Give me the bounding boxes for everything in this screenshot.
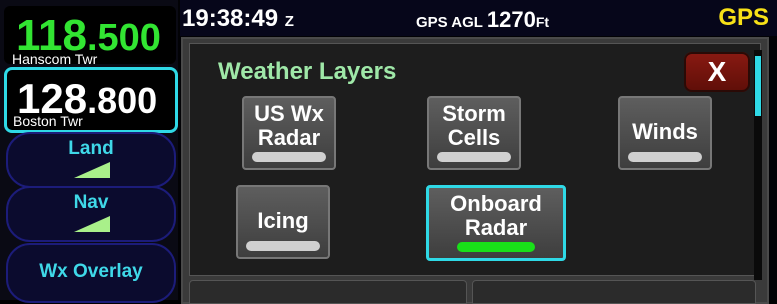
weather-layers-dialog: Weather Layers X US Wx Radar Storm Cells W… [181, 37, 769, 304]
agl-unit: Ft [535, 14, 550, 30]
land-button-label: Land [68, 138, 114, 159]
top-status-bar: 19:38:49 Z GPS AGL 1270Ft GPS [180, 0, 777, 36]
standby-freq-label: Boston Twr [13, 113, 83, 129]
pfd-screen: 118.500 Hanscom Twr 128.800 Boston Twr L… [0, 0, 777, 304]
agl-value: 1270 [486, 7, 536, 32]
tab-left[interactable] [189, 280, 467, 304]
dialog-body: Weather Layers X US Wx Radar Storm Cells W… [189, 43, 762, 280]
standby-com-frequency[interactable]: 128.800 Boston Twr [4, 67, 178, 133]
clock-time: 19:38:49 [182, 5, 279, 32]
wedge-icon [74, 162, 110, 178]
clock: 19:38:49 Z [182, 5, 294, 33]
close-button[interactable]: X [684, 52, 750, 92]
standby-freq-decimal: .800 [87, 80, 158, 121]
active-freq-decimal: .500 [86, 17, 161, 59]
bottom-tab-strip [189, 278, 761, 304]
active-com-frequency[interactable]: 118.500 Hanscom Twr [4, 6, 176, 67]
layer-indicator [252, 152, 326, 162]
left-panel: 118.500 Hanscom Twr 128.800 Boston Twr L… [0, 0, 178, 303]
storm-cells-button[interactable]: Storm Cells [427, 96, 521, 170]
dialog-scrollbar[interactable] [754, 50, 762, 280]
icing-label: Icing [257, 208, 309, 233]
scrollbar-thumb[interactable] [755, 56, 761, 116]
nav-source-annunciator[interactable]: GPS [718, 4, 769, 32]
wx-overlay-button-label: Wx Overlay [39, 261, 143, 282]
icing-button[interactable]: Icing [236, 185, 330, 259]
active-freq-label: Hanscom Twr [12, 51, 98, 67]
tab-right[interactable] [472, 280, 756, 304]
layer-indicator [628, 152, 702, 162]
us-wx-radar-line1: US Wx [254, 101, 324, 126]
us-wx-radar-line2: Radar [257, 125, 321, 150]
layer-indicator-active [457, 242, 535, 252]
winds-button[interactable]: Winds [618, 96, 712, 170]
onboard-radar-line1: Onboard [450, 191, 542, 216]
layer-indicator [246, 241, 320, 251]
wx-overlay-button[interactable]: Wx Overlay [6, 243, 176, 303]
onboard-radar-button[interactable]: Onboard Radar [426, 185, 566, 261]
winds-label: Winds [632, 119, 698, 144]
gps-agl-readout: GPS AGL 1270Ft [416, 7, 549, 33]
land-button[interactable]: Land [6, 132, 176, 188]
us-wx-radar-button[interactable]: US Wx Radar [242, 96, 336, 170]
wedge-icon [74, 216, 110, 232]
agl-label: GPS AGL [416, 14, 483, 31]
nav-button-label: Nav [73, 192, 109, 213]
onboard-radar-line2: Radar [464, 215, 528, 240]
dialog-title: Weather Layers [218, 58, 397, 85]
storm-cells-line2: Cells [447, 125, 501, 150]
nav-button[interactable]: Nav [6, 186, 176, 242]
layer-indicator [437, 152, 511, 162]
clock-zone: Z [284, 13, 294, 30]
storm-cells-line1: Storm [442, 101, 506, 126]
